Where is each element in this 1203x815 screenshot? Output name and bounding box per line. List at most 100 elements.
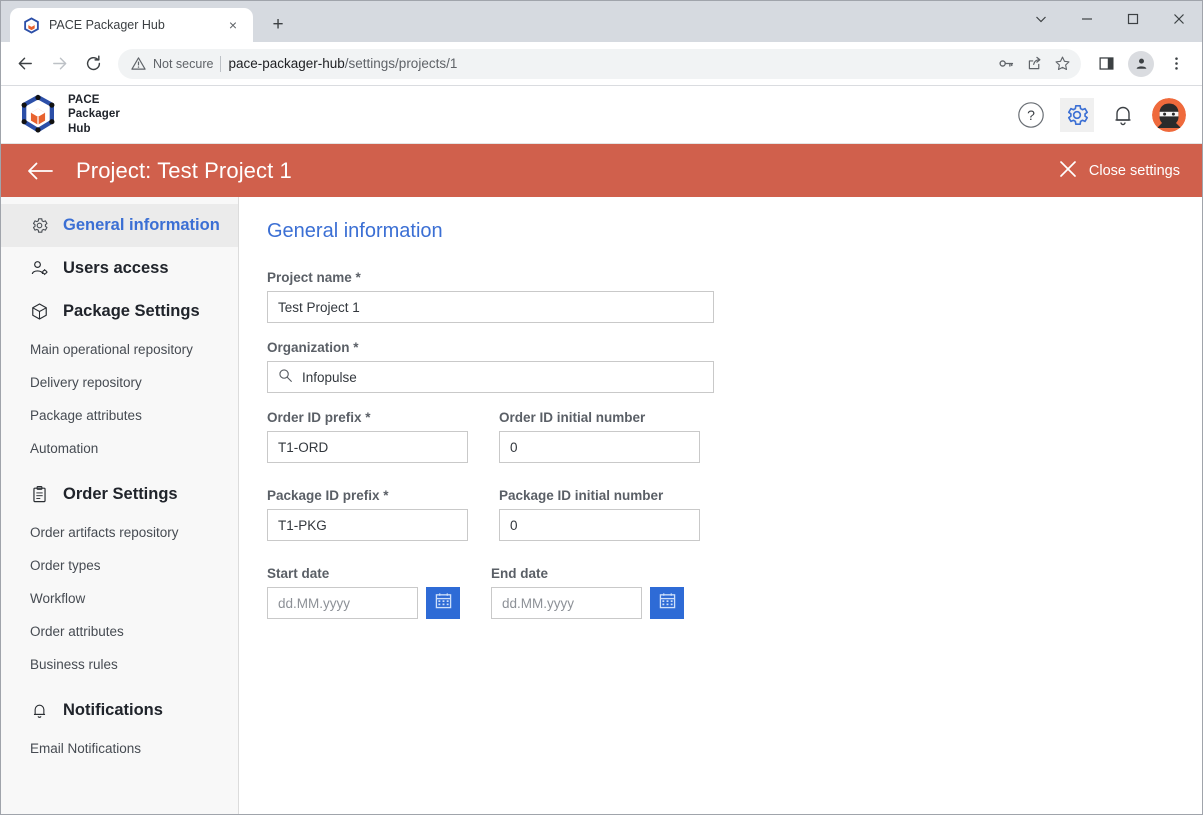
sidebar-item-order-settings[interactable]: Order Settings [1,473,238,516]
end-date-calendar-button[interactable] [650,587,684,619]
minimize-icon[interactable] [1064,1,1110,36]
package-id-row: Package ID prefix * T1-PKG Package ID in… [267,488,1202,558]
url-path: /settings/projects/1 [344,56,458,71]
dates-row: Start date dd.MM.yyyy End date dd.MM.yyy… [267,566,1202,636]
back-arrow-icon[interactable] [27,161,53,181]
sidebar-item-workflow[interactable]: Workflow [1,582,238,615]
page-title-bar: Project: Test Project 1 Close settings [1,144,1202,197]
sidebar-item-email-notifications[interactable]: Email Notifications [1,732,238,765]
side-panel-icon[interactable] [1090,48,1122,80]
organization-input[interactable]: Infopulse [267,361,714,393]
sidebar-item-order-artifacts-repository[interactable]: Order artifacts repository [1,516,238,549]
new-tab-button[interactable]: + [264,11,292,39]
order-id-prefix-value: T1-ORD [278,439,329,455]
notifications-bell-icon[interactable] [1106,98,1140,132]
svg-text:?: ? [1027,107,1035,123]
start-date-group: dd.MM.yyyy [267,587,460,619]
field-end-date: End date dd.MM.yyyy [491,566,684,619]
sidebar-item-main-operational-repository[interactable]: Main operational repository [1,333,238,366]
help-icon[interactable]: ? [1014,98,1048,132]
toolbar-right-actions [1090,48,1194,80]
tab-close-icon[interactable]: × [222,14,244,36]
maximize-icon[interactable] [1110,1,1156,36]
sidebar-item-package-settings[interactable]: Package Settings [1,290,238,333]
not-secure-indicator[interactable]: Not secure [131,56,213,71]
start-date-input[interactable]: dd.MM.yyyy [267,587,418,619]
package-id-initial-input[interactable]: 0 [499,509,700,541]
organization-label: Organization * [267,340,359,355]
sidebar-item-delivery-repository[interactable]: Delivery repository [1,366,238,399]
project-name-input[interactable]: Test Project 1 [267,291,714,323]
sidebar-item-label: General information [63,216,220,234]
sidebar-item-order-types[interactable]: Order types [1,549,238,582]
field-package-id-initial: Package ID initial number 0 [499,488,700,541]
order-id-prefix-input[interactable]: T1-ORD [267,431,468,463]
brand-text: PACE Packager Hub [68,93,120,135]
page-body: General information Users access Package… [1,197,1202,814]
package-cube-icon [29,301,50,322]
package-id-initial-label: Package ID initial number [499,488,664,503]
start-date-calendar-button[interactable] [426,587,460,619]
sidebar-item-business-rules[interactable]: Business rules [1,648,238,681]
user-avatar[interactable] [1152,97,1186,132]
pace-cube-icon [19,94,57,134]
order-id-initial-label: Order ID initial number [499,410,646,425]
field-order-id-initial: Order ID initial number 0 [499,410,700,463]
sidebar-item-notifications[interactable]: Notifications [1,689,238,732]
field-organization: Organization * Infopulse [267,340,1202,393]
package-id-initial-value: 0 [510,517,518,533]
share-icon[interactable] [1021,51,1047,77]
sidebar-item-automation[interactable]: Automation [1,432,238,465]
close-icon[interactable] [1156,1,1202,36]
bookmark-star-icon[interactable] [1049,51,1075,77]
settings-content: General information Project name * Test … [239,197,1202,814]
browser-titlebar: PACE Packager Hub × + [1,1,1202,42]
sidebar-item-order-attributes[interactable]: Order attributes [1,615,238,648]
reload-icon[interactable] [77,48,109,80]
end-date-input[interactable]: dd.MM.yyyy [491,587,642,619]
settings-sidebar: General information Users access Package… [1,197,239,814]
order-id-prefix-label: Order ID prefix * [267,410,371,425]
project-name-label: Project name * [267,270,361,285]
field-project-name: Project name * Test Project 1 [267,270,1202,323]
sidebar-item-label: Users access [63,259,169,277]
close-icon [1059,160,1077,182]
sidebar-item-package-attributes[interactable]: Package attributes [1,399,238,432]
pace-cube-icon [23,16,40,34]
back-icon[interactable] [9,48,41,80]
page-title: Project: Test Project 1 [76,157,292,183]
tab-search-icon[interactable] [1018,1,1064,36]
end-date-placeholder: dd.MM.yyyy [502,595,575,611]
sidebar-item-general-information[interactable]: General information [1,204,238,247]
sidebar-item-users-access[interactable]: Users access [1,247,238,290]
browser-toolbar: Not secure pace-packager-hub/settings/pr… [1,42,1202,86]
profile-avatar-icon[interactable] [1125,48,1157,80]
order-id-initial-input[interactable]: 0 [499,431,700,463]
end-date-group: dd.MM.yyyy [491,587,684,619]
project-name-value: Test Project 1 [278,299,360,315]
password-key-icon[interactable] [993,51,1019,77]
brand-line-2: Packager [68,108,120,121]
omnibox-actions [993,51,1075,77]
warning-triangle-icon [131,57,146,70]
package-id-prefix-value: T1-PKG [278,517,327,533]
header-actions: ? [1014,97,1186,132]
brand-line-3: Hub [68,122,91,135]
calendar-icon [659,592,676,614]
omnibox[interactable]: Not secure pace-packager-hub/settings/pr… [118,48,1081,79]
calendar-icon [435,592,452,614]
browser-tab[interactable]: PACE Packager Hub × [10,8,253,42]
browser-window: PACE Packager Hub × + Not secure pace-pa… [0,0,1203,815]
package-id-prefix-label: Package ID prefix * [267,488,389,503]
more-menu-icon[interactable] [1160,48,1192,80]
package-id-prefix-input[interactable]: T1-PKG [267,509,468,541]
brand-logo-group[interactable]: PACE Packager Hub [19,93,120,135]
settings-gear-icon[interactable] [1060,97,1094,132]
clipboard-icon [29,484,50,505]
bell-icon [29,700,50,721]
close-settings-button[interactable]: Close settings [1059,160,1180,182]
start-date-placeholder: dd.MM.yyyy [278,595,351,611]
forward-icon [43,48,75,80]
profile-pill [1128,50,1154,77]
